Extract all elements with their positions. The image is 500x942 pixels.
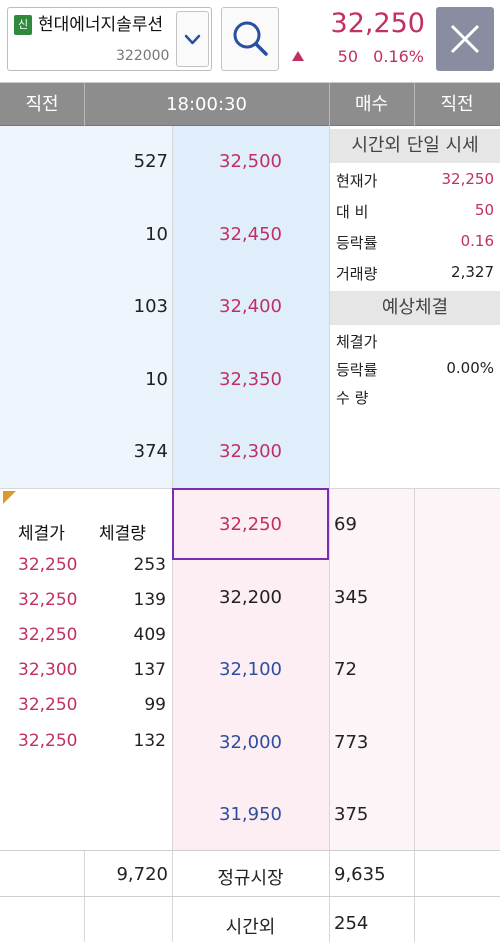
trade-qty: 132 [133, 731, 166, 751]
info-value: 50 [474, 201, 494, 219]
price-change: 50 [337, 47, 358, 66]
header-prev-bid: 직전 [414, 83, 500, 126]
bid-total: 9,635 [334, 864, 386, 885]
bid-price-3[interactable]: 32,100 [172, 659, 329, 680]
stock-code: 322000 [116, 48, 170, 64]
ask-price-5[interactable]: 32,300 [172, 441, 329, 462]
info-label: 현재가 [336, 172, 378, 190]
ask-price-1[interactable]: 32,500 [172, 151, 329, 172]
bid-price-5[interactable]: 31,950 [172, 804, 329, 825]
info-value: 0.00% [446, 359, 494, 377]
trade-price: 32,250 [18, 625, 78, 645]
info-label: 대 비 [336, 203, 369, 221]
new-listing-badge: 신 [14, 15, 32, 35]
search-button[interactable] [221, 7, 279, 71]
regular-market-label: 정규시장 [217, 868, 284, 889]
ask-price-4[interactable]: 32,350 [172, 369, 329, 390]
current-price: 32,250 [330, 8, 425, 39]
stock-name: 현대에너지솔루션 [38, 15, 164, 35]
close-icon [450, 24, 480, 54]
stock-dropdown-button[interactable] [176, 11, 209, 67]
search-icon [233, 21, 268, 56]
trade-price-header: 체결가 [18, 524, 65, 544]
trade-price: 32,250 [18, 695, 78, 715]
trade-price: 32,250 [18, 555, 78, 575]
close-button[interactable] [436, 7, 494, 71]
info-value: 32,250 [441, 170, 495, 188]
header-bid: 매수 [329, 83, 414, 126]
info-label: 거래량 [336, 265, 378, 283]
info-label: 체결가 [336, 333, 378, 351]
info-label: 등락률 [336, 361, 378, 379]
ask-qty-4: 10 [145, 369, 168, 390]
current-price-highlight [172, 488, 329, 560]
divider [329, 83, 330, 126]
bid-qty-2: 345 [334, 587, 369, 608]
ask-qty-3: 103 [133, 296, 168, 317]
divider [414, 488, 415, 942]
trade-price: 32,300 [18, 660, 78, 680]
trade-qty: 409 [133, 625, 166, 645]
trade-qty: 253 [133, 555, 166, 575]
bid-qty-5: 375 [334, 804, 369, 825]
corner-marker-icon [3, 491, 16, 504]
change-rate: 0.16% [373, 47, 424, 66]
info-label: 등락률 [336, 234, 378, 252]
trade-qty: 99 [144, 695, 166, 715]
bid-qty-1: 69 [334, 514, 357, 535]
stock-selector[interactable]: 신 현대에너지솔루션 322000 [7, 7, 212, 71]
afterhours-bid-total: 254 [334, 913, 369, 934]
up-arrow-icon [292, 51, 304, 61]
ask-total: 9,720 [116, 864, 168, 885]
info-value: 2,327 [451, 263, 494, 281]
divider [414, 83, 415, 126]
header-prev-ask: 직전 [0, 83, 84, 126]
chevron-down-icon [184, 34, 201, 45]
trade-price: 32,250 [18, 731, 78, 751]
bid-qty-4: 773 [334, 732, 369, 753]
ask-qty-2: 10 [145, 224, 168, 245]
ask-qty-1: 527 [133, 151, 168, 172]
afterhours-title: 시간외 단일 시세 [330, 129, 500, 163]
bid-price-4[interactable]: 32,000 [172, 732, 329, 753]
ask-price-2[interactable]: 32,450 [172, 224, 329, 245]
info-label: 수 량 [336, 389, 369, 407]
divider [84, 83, 85, 126]
ask-qty-5: 374 [133, 441, 168, 462]
bid-qty-3: 72 [334, 659, 357, 680]
afterhours-label: 시간외 [225, 917, 276, 938]
bid-price-2[interactable]: 32,200 [172, 587, 329, 608]
trade-price: 32,250 [18, 590, 78, 610]
divider [0, 896, 500, 897]
ask-price-3[interactable]: 32,400 [172, 296, 329, 317]
expected-trade-title: 예상체결 [330, 291, 500, 325]
trade-qty: 139 [133, 590, 166, 610]
header-time: 18:00:30 [84, 83, 329, 126]
divider [0, 850, 500, 851]
trade-qty: 137 [133, 660, 166, 680]
info-value: 0.16 [460, 232, 494, 250]
divider [329, 126, 330, 942]
trade-qty-header: 체결량 [99, 524, 146, 544]
